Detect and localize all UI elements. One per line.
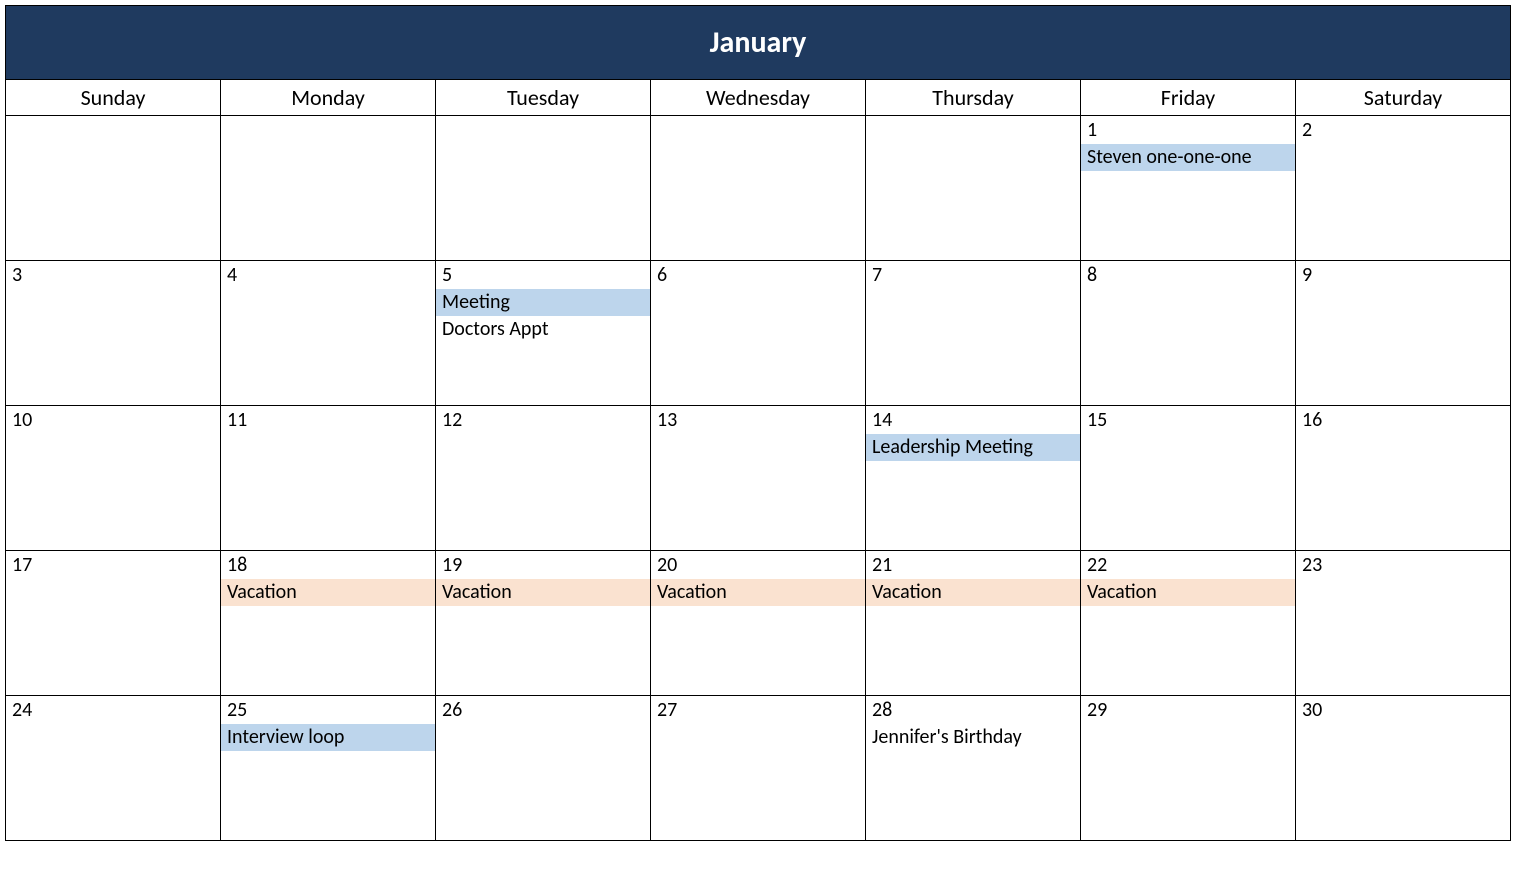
day-cell[interactable]: 28Jennifer's Birthday [866,696,1081,841]
week-row: 2425Interview loop262728Jennifer's Birth… [6,696,1511,841]
day-header-saturday: Saturday [1296,80,1511,116]
day-cell[interactable]: 23 [1296,551,1511,696]
date-number: 30 [1296,696,1510,724]
date-number: 6 [651,261,865,289]
date-number: 29 [1081,696,1295,724]
date-number: 1 [1081,116,1295,144]
day-cell[interactable]: 29 [1081,696,1296,841]
date-number: 26 [436,696,650,724]
calendar-event[interactable]: Vacation [221,579,435,606]
day-cell[interactable]: 27 [651,696,866,841]
date-number: 15 [1081,406,1295,434]
day-cell[interactable]: 5MeetingDoctors Appt [436,261,651,406]
date-number [221,116,435,120]
week-row: 345MeetingDoctors Appt6789 [6,261,1511,406]
day-cell[interactable]: 19Vacation [436,551,651,696]
day-header-monday: Monday [221,80,436,116]
day-cell[interactable]: 3 [6,261,221,406]
date-number [866,116,1080,120]
date-number: 27 [651,696,865,724]
date-number: 16 [1296,406,1510,434]
date-number: 23 [1296,551,1510,579]
date-number: 11 [221,406,435,434]
date-number: 18 [221,551,435,579]
day-cell[interactable]: 12 [436,406,651,551]
date-number: 3 [6,261,220,289]
day-cell[interactable]: 11 [221,406,436,551]
date-number: 14 [866,406,1080,434]
day-cell[interactable]: 6 [651,261,866,406]
day-cell[interactable]: 26 [436,696,651,841]
day-cell[interactable]: 15 [1081,406,1296,551]
date-number: 7 [866,261,1080,289]
date-number: 5 [436,261,650,289]
date-number: 10 [6,406,220,434]
date-number: 21 [866,551,1080,579]
day-cell[interactable]: 17 [6,551,221,696]
calendar-event[interactable]: Doctors Appt [436,316,650,343]
calendar-event[interactable]: Steven one-one-one [1081,144,1295,171]
day-cell[interactable]: 16 [1296,406,1511,551]
calendar-event[interactable]: Vacation [436,579,650,606]
calendar-event[interactable]: Meeting [436,289,650,316]
date-number: 13 [651,406,865,434]
day-cell[interactable]: 1Steven one-one-one [1081,116,1296,261]
week-row: 1011121314Leadership Meeting1516 [6,406,1511,551]
month-title: January [6,6,1511,80]
day-cell[interactable] [221,116,436,261]
day-header-wednesday: Wednesday [651,80,866,116]
date-number: 28 [866,696,1080,724]
date-number: 4 [221,261,435,289]
day-header-thursday: Thursday [866,80,1081,116]
day-cell[interactable]: 18Vacation [221,551,436,696]
calendar-event[interactable]: Vacation [1081,579,1295,606]
day-cell[interactable]: 2 [1296,116,1511,261]
date-number [6,116,220,120]
calendar-event[interactable]: Vacation [651,579,865,606]
day-cell[interactable] [651,116,866,261]
calendar-event[interactable]: Jennifer's Birthday [866,724,1080,751]
date-number [436,116,650,120]
date-number: 17 [6,551,220,579]
date-number: 2 [1296,116,1510,144]
date-number: 9 [1296,261,1510,289]
day-cell[interactable]: 14Leadership Meeting [866,406,1081,551]
calendar-table: January Sunday Monday Tuesday Wednesday … [5,5,1511,841]
calendar-event[interactable]: Vacation [866,579,1080,606]
day-cell[interactable]: 13 [651,406,866,551]
week-row: 1Steven one-one-one2 [6,116,1511,261]
date-number [651,116,865,120]
date-number: 8 [1081,261,1295,289]
date-number: 25 [221,696,435,724]
day-cell[interactable]: 24 [6,696,221,841]
day-cell[interactable]: 10 [6,406,221,551]
day-cell[interactable]: 9 [1296,261,1511,406]
day-cell[interactable]: 22Vacation [1081,551,1296,696]
date-number: 24 [6,696,220,724]
date-number: 12 [436,406,650,434]
day-cell[interactable] [6,116,221,261]
date-number: 19 [436,551,650,579]
day-header-sunday: Sunday [6,80,221,116]
day-cell[interactable]: 8 [1081,261,1296,406]
date-number: 20 [651,551,865,579]
day-cell[interactable] [866,116,1081,261]
day-header-tuesday: Tuesday [436,80,651,116]
day-cell[interactable]: 30 [1296,696,1511,841]
day-cell[interactable] [436,116,651,261]
day-cell[interactable]: 7 [866,261,1081,406]
day-cell[interactable]: 25Interview loop [221,696,436,841]
day-header-row: Sunday Monday Tuesday Wednesday Thursday… [6,80,1511,116]
day-cell[interactable]: 21Vacation [866,551,1081,696]
date-number: 22 [1081,551,1295,579]
day-header-friday: Friday [1081,80,1296,116]
day-cell[interactable]: 4 [221,261,436,406]
week-row: 1718Vacation19Vacation20Vacation21Vacati… [6,551,1511,696]
day-cell[interactable]: 20Vacation [651,551,866,696]
calendar-event[interactable]: Interview loop [221,724,435,751]
calendar-event[interactable]: Leadership Meeting [866,434,1080,461]
